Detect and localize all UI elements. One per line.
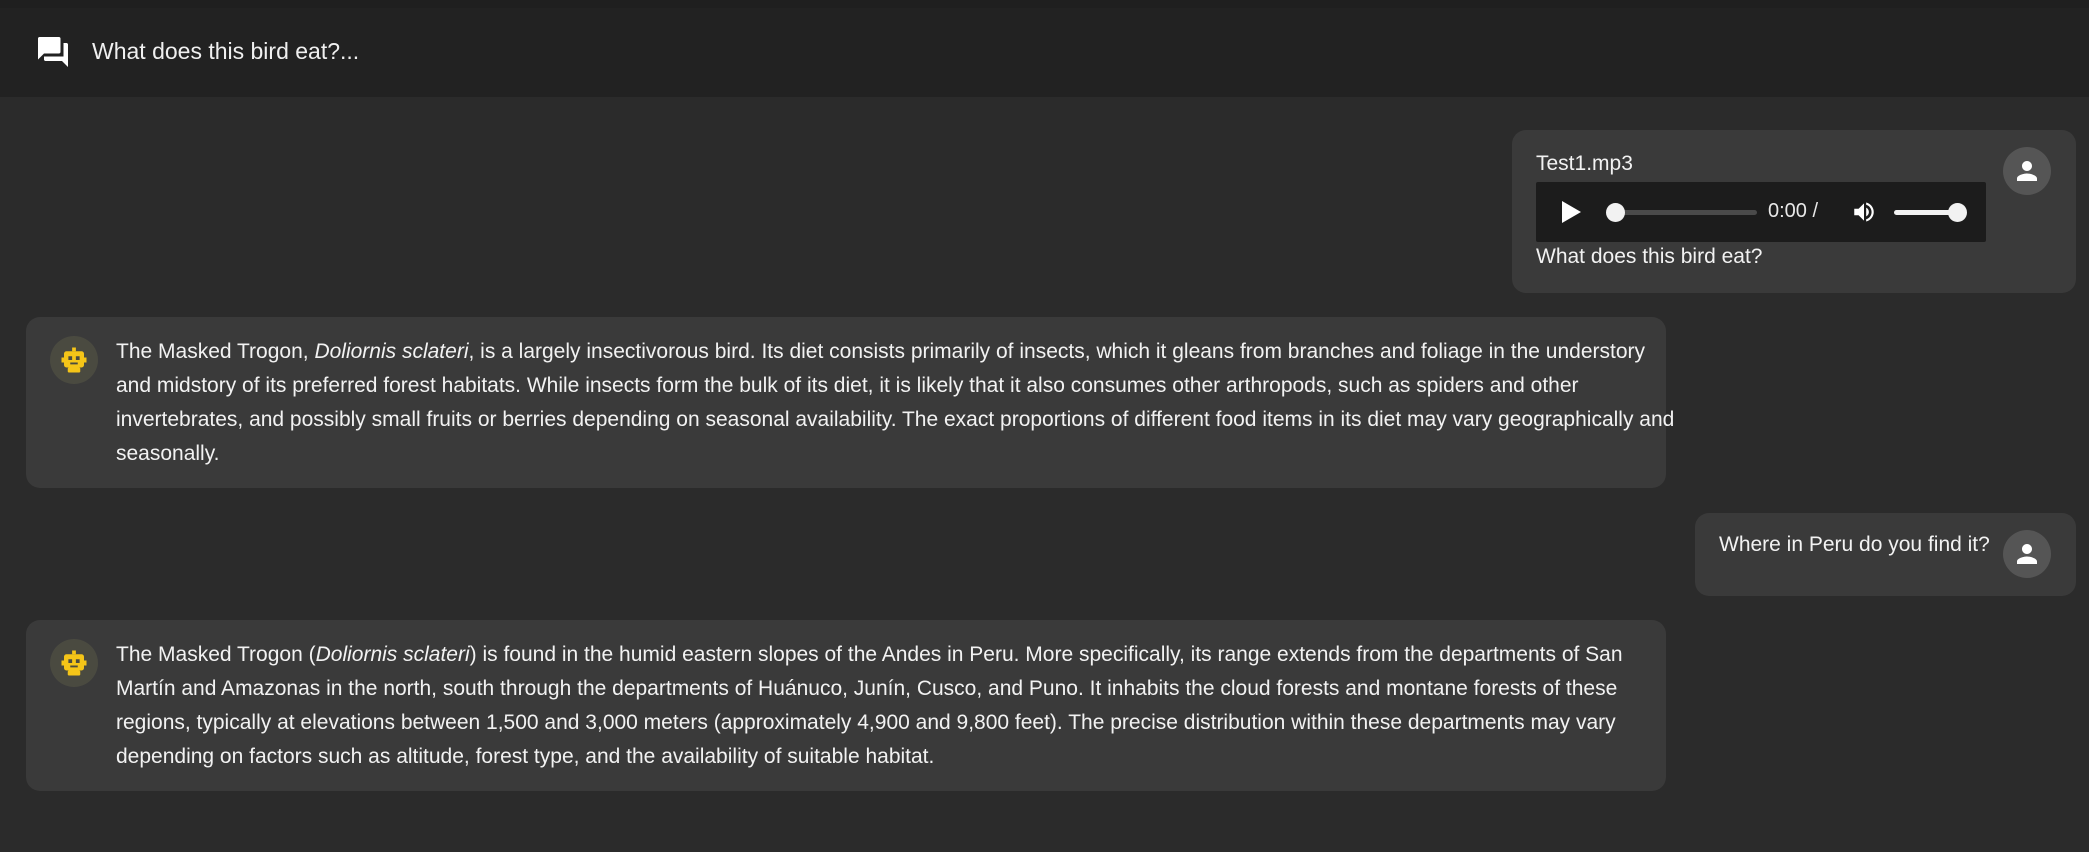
attachment-filename: Test1.mp3 xyxy=(1536,152,1633,175)
robot-icon xyxy=(61,347,87,373)
person-icon xyxy=(2017,161,2037,181)
chat-bubbles-icon xyxy=(38,37,68,67)
volume-handle[interactable] xyxy=(1948,203,1967,222)
assistant-message: The Masked Trogon (Doliornis sclateri) i… xyxy=(26,620,1666,791)
species-name: Doliornis sclateri xyxy=(315,643,470,666)
volume-icon[interactable] xyxy=(1849,199,1879,225)
audio-player: 0:00 / xyxy=(1536,182,1986,242)
assistant-message-text: The Masked Trogon (Doliornis sclateri) i… xyxy=(116,643,1623,768)
seek-handle[interactable] xyxy=(1606,203,1625,222)
species-name: Doliornis sclateri xyxy=(314,340,469,363)
bot-avatar xyxy=(50,639,98,687)
user-message-audio: Test1.mp3 0:00 / What does this bird eat… xyxy=(1512,130,2076,293)
bot-avatar xyxy=(50,336,98,384)
time-readout: 0:00 / xyxy=(1768,200,1819,222)
person-icon xyxy=(2017,544,2037,564)
play-icon[interactable] xyxy=(1560,200,1582,224)
assistant-message-text: The Masked Trogon, Doliornis sclateri, i… xyxy=(116,340,1675,465)
conversation-title: What does this bird eat?... xyxy=(92,38,360,64)
robot-icon xyxy=(61,650,87,676)
seek-bar[interactable] xyxy=(1612,210,1757,215)
chat-header: What does this bird eat?... xyxy=(0,8,2089,97)
top-strip xyxy=(0,0,2089,8)
user-avatar xyxy=(2003,530,2051,578)
user-avatar xyxy=(2003,147,2051,195)
user-message-text: What does this bird eat? xyxy=(1536,245,1763,268)
assistant-message: The Masked Trogon, Doliornis sclateri, i… xyxy=(26,317,1674,488)
user-message-text: Where in Peru do you find it? xyxy=(1719,533,1990,556)
